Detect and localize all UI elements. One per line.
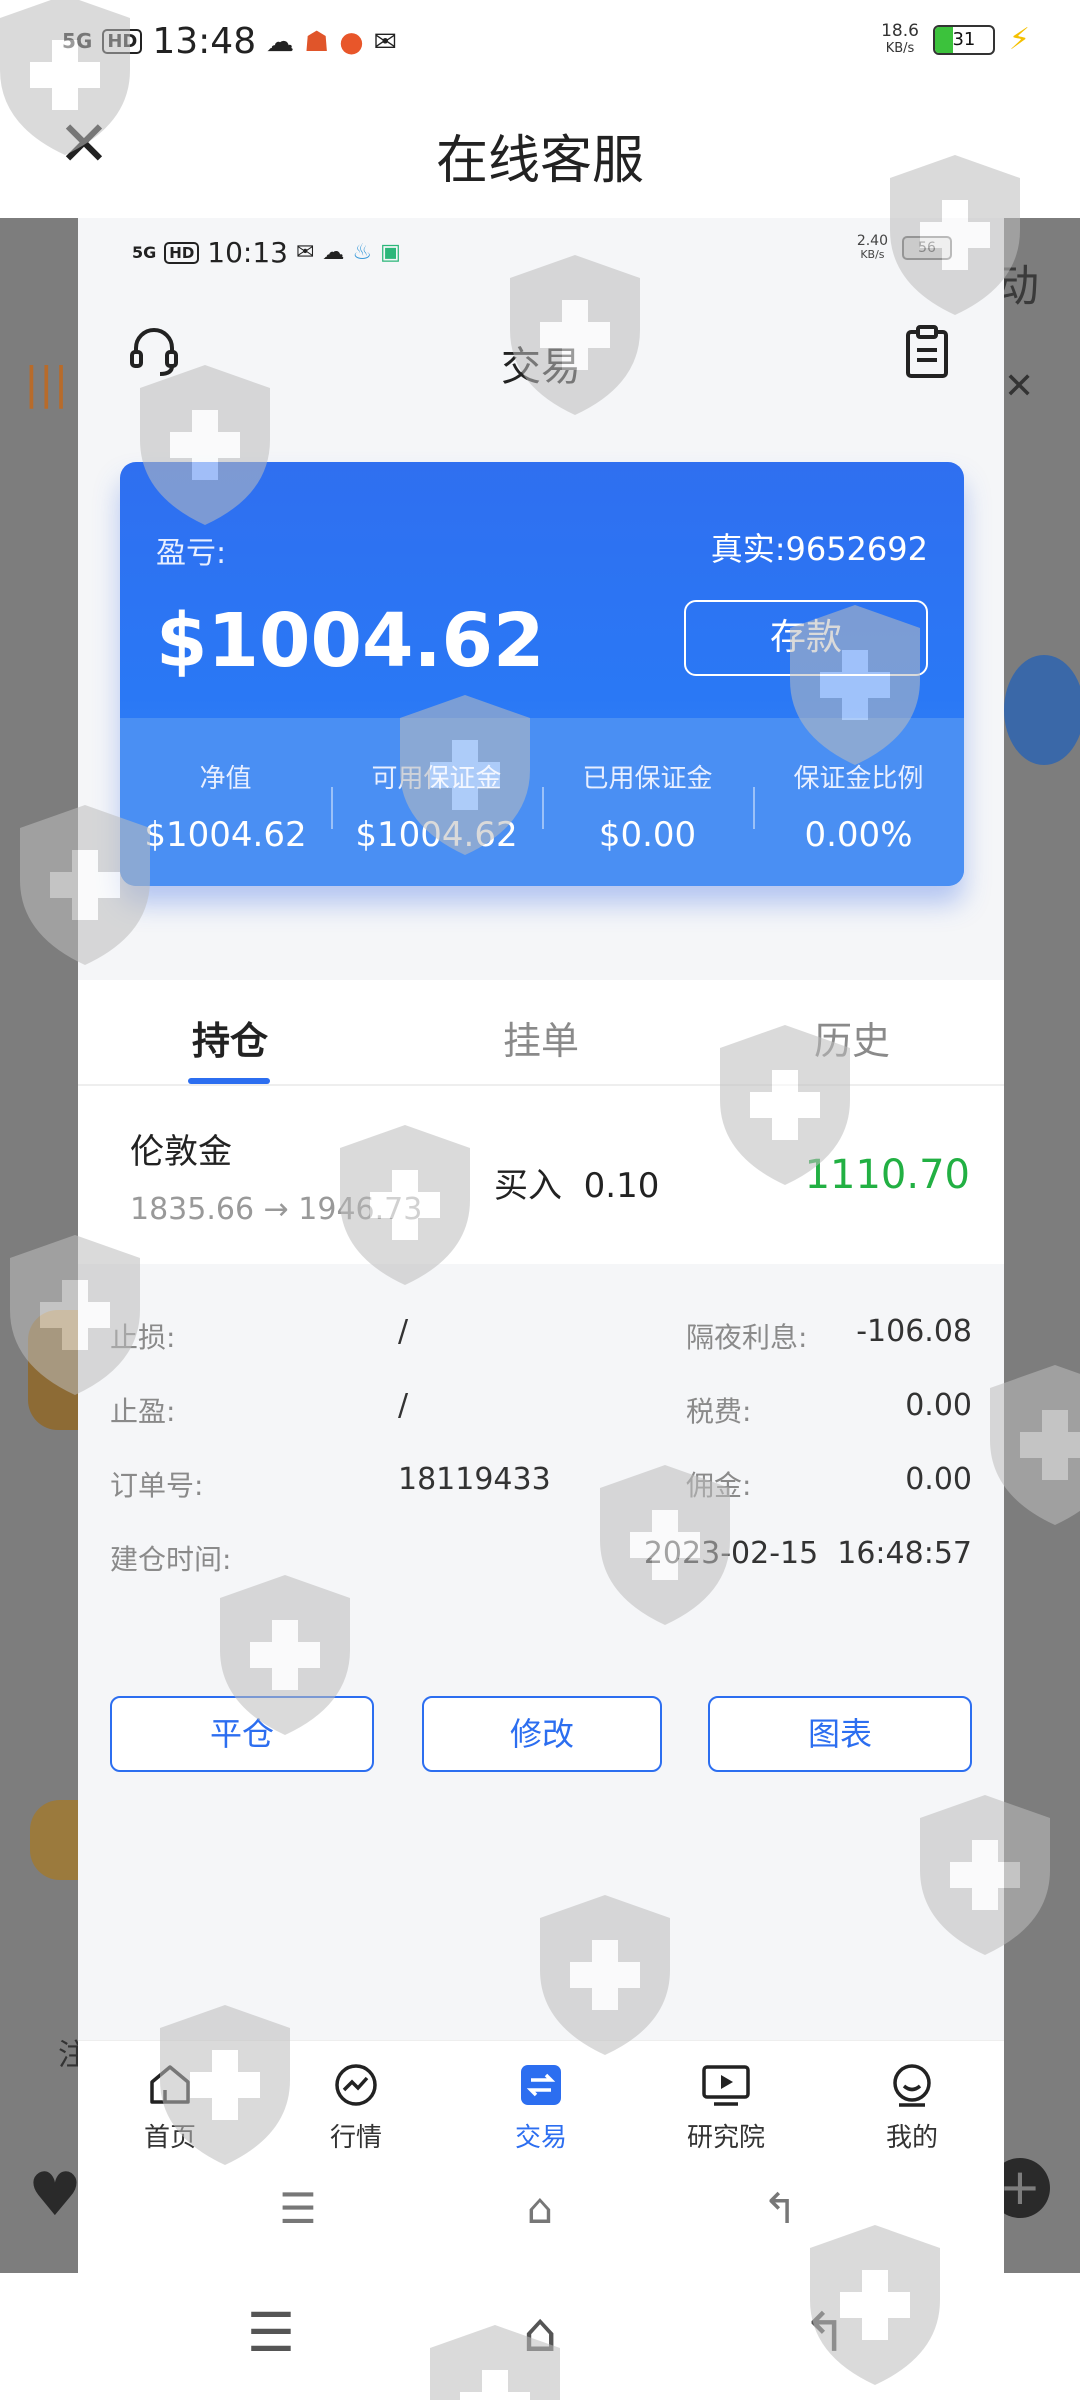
tax-value: 0.00 [905,1388,972,1423]
charging-icon: ⚡ [1008,22,1030,57]
swap-label: 隔夜利息: [686,1321,808,1354]
cloud-icon: ☁ [266,24,295,58]
account-card: 盈亏: 真实:9652692 $1004.62 存款 净值 $1004.62 可… [120,462,964,886]
inner-hd-badge: HD [164,241,200,264]
signal-icon: 5G [62,29,93,53]
status-bar: 5G HD 13:48 ☁ ☗ ● ✉ 18.6 KB/s 31 ⚡ [0,0,1080,80]
stop-loss-value: / [398,1314,409,1349]
tax-label: 税费: [686,1395,752,1428]
app-notification-icon: ☗ [304,24,330,58]
trade-icon [521,2065,561,2105]
stat-free-margin: 可用保证金 $1004.62 [355,764,518,855]
take-profit-value: / [398,1388,409,1423]
position-profit: 1110.70 [804,1152,970,1198]
modify-button[interactable]: 修改 [422,1696,662,1772]
menu-icon[interactable]: ☰ [236,2303,306,2363]
inner-signal-icon: 5G [132,242,157,262]
inner-system-nav: ☰ ⌂ ↰ [78,2158,1004,2273]
pl-value: $1004.62 [156,598,545,684]
position-details: 止损: / 隔夜利息: -106.08 止盈: / 税费: 0.00 订单号: … [78,1264,1004,1614]
pl-label: 盈亏: [156,536,227,571]
nav-profile[interactable]: 我的 [842,2061,982,2154]
commission-value: 0.00 [905,1462,972,1497]
back-icon[interactable]: ↰ [790,2303,860,2363]
stat-margin-ratio: 保证金比例 0.00% [793,764,924,855]
inner-status-bar: 5G HD 10:13 ✉ ☁ ♨ ▣ 2.40 KB/s 56 [78,218,1004,288]
open-time-value: 2023-02-15 16:48:57 [643,1536,972,1571]
mail-icon: ✉ [373,24,398,58]
swap-value: -106.08 [856,1314,972,1349]
nav-market[interactable]: 行情 [286,2061,426,2154]
chart-button[interactable]: 图表 [708,1696,972,1772]
nav-research[interactable]: 研究院 [656,2061,796,2154]
home-button-icon[interactable]: ⌂ [505,2303,575,2363]
bottom-navigation: 首页 行情 交易 研究院 我的 [78,2040,1004,2158]
background-audio-icon: ||| [24,358,69,409]
background-avatar-left-2 [30,1800,80,1880]
chart-icon [335,2064,377,2106]
shared-screenshot: 5G HD 10:13 ✉ ☁ ♨ ▣ 2.40 KB/s 56 交易 盈亏: … [78,218,1004,2273]
position-prices: 1835.66 → 1946.73 [130,1192,423,1227]
trade-title: 交易 [501,344,581,390]
stat-equity: 净值 $1004.62 [144,764,307,855]
inner-app-icon: ♨ [352,240,373,265]
inner-menu-icon: ☰ [279,2184,317,2233]
network-speed: 18.6 KB/s [881,20,919,56]
background-avatar [1004,655,1080,765]
background-close-icon: ✕ [1004,366,1035,407]
account-number: 真实:9652692 [710,530,928,568]
video-icon [702,2065,750,2106]
inner-app-icon-2: ▣ [380,240,401,265]
inner-status-time: 10:13 [207,236,288,269]
take-profit-label: 止盈: [110,1395,176,1428]
chat-header: ✕ 在线客服 [0,80,1080,218]
active-tab-indicator [188,1078,270,1084]
inner-cloud-icon: ☁ [322,240,345,265]
page-title: 在线客服 [435,131,644,191]
battery-icon: 31 [932,24,995,55]
stop-loss-label: 止损: [110,1321,176,1354]
inner-network-speed: 2.40 KB/s [856,233,888,261]
commission-label: 佣金: [686,1469,752,1502]
position-side: 买入 0.10 [494,1166,660,1206]
background-heart-icon: ♥ [28,2160,82,2230]
stat-used-margin: 已用保证金 $0.00 [582,764,713,855]
open-time-label: 建仓时间: [110,1543,232,1576]
nav-trade[interactable]: 交易 [471,2061,611,2154]
position-row[interactable]: 伦敦金 1835.66 → 1946.73 买入 0.10 1110.70 [78,1086,1004,1264]
order-number-value: 18119433 [398,1462,551,1497]
position-symbol: 伦敦金 [130,1132,232,1172]
tab-history[interactable]: 历史 [752,1010,952,1065]
tab-positions[interactable]: 持仓 [130,1010,330,1065]
order-tabs: 持仓 挂单 历史 [78,980,1004,1086]
inner-mail-icon: ✉ [295,240,315,265]
system-nav-bar: ☰ ⌂ ↰ [0,2273,1080,2400]
nav-home[interactable]: 首页 [100,2061,240,2154]
order-number-label: 订单号: [110,1469,204,1502]
tab-pending[interactable]: 挂单 [441,1010,641,1065]
inner-home-icon: ⌂ [526,2184,554,2233]
screen: 5G HD 13:48 ☁ ☗ ● ✉ 18.6 KB/s 31 ⚡ ✕ 在线客… [0,0,1080,2400]
inner-back-icon: ↰ [762,2184,798,2233]
status-time: 13:48 [152,20,257,62]
profile-icon [893,2064,931,2107]
dot-notification-icon: ● [339,24,364,58]
inner-battery-icon: 56 [902,236,952,260]
hd-badge: HD [102,28,143,54]
deposit-button[interactable]: 存款 [684,600,928,676]
trade-header: 交易 [78,288,1004,428]
close-position-button[interactable]: 平仓 [110,1696,374,1772]
home-icon [150,2065,190,2104]
clipboard-icon[interactable] [904,324,950,380]
